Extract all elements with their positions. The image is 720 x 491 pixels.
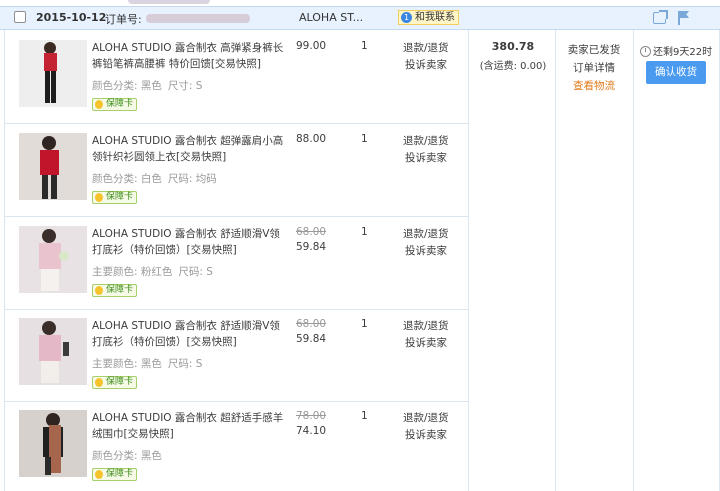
total-amount: 380.78: [491, 40, 535, 53]
guarantee-badge[interactable]: 保障卡: [92, 468, 138, 481]
complain-seller-link[interactable]: 投诉卖家: [405, 57, 447, 72]
original-price: 68.00: [296, 226, 327, 238]
quantity: 1: [361, 133, 368, 145]
unit-price: 99.00: [296, 40, 327, 52]
product-thumbnail[interactable]: [19, 318, 87, 385]
spec-size: 尺码: S: [178, 266, 213, 278]
order-number-redacted: [146, 14, 250, 23]
shipping-note: (含运费: 0.00): [479, 61, 547, 72]
spec-size: 尺码: 均码: [167, 173, 217, 185]
spec-color: 主要颜色: 黑色: [92, 358, 162, 370]
order-header: 2015-10-12 订单号: ALOHA ST... 1 和我联系: [0, 6, 720, 30]
quantity: 1: [361, 40, 368, 52]
column-divider: [468, 30, 469, 491]
share-icon[interactable]: [653, 10, 668, 24]
complain-seller-link[interactable]: 投诉卖家: [405, 335, 447, 350]
quantity: 1: [361, 410, 368, 422]
guarantee-badge[interactable]: 保障卡: [92, 376, 138, 389]
order-status: 卖家已发货 订单详情 查看物流: [556, 41, 632, 95]
order-number-label: 订单号:: [105, 13, 142, 26]
order-item-row: ALOHA STUDIO 露合制衣 舒适顺滑V领打底衫（特价回馈）[交易快照] …: [5, 310, 468, 402]
contact-seller-label: 和我联系: [415, 12, 455, 23]
countdown-text: 还剩9天22时: [653, 47, 713, 58]
view-logistics-link[interactable]: 查看物流: [556, 77, 632, 95]
original-price: 68.00: [296, 318, 327, 330]
product-title-link[interactable]: ALOHA STUDIO 露合制衣 高弹紧身裤长裤铅笔裤高腰裤 特价回馈[交易快…: [92, 40, 288, 72]
product-title-link[interactable]: ALOHA STUDIO 露合制衣 超弹露肩小高领针织衫圆领上衣[交易快照]: [92, 133, 288, 165]
column-divider: [633, 30, 634, 491]
clock-icon: [640, 46, 651, 57]
product-thumbnail[interactable]: [19, 226, 87, 293]
spec-size: 尺寸: S: [167, 80, 203, 92]
refund-return-link[interactable]: 退款/退货: [403, 40, 449, 55]
refund-return-link[interactable]: 退款/退货: [403, 226, 449, 241]
quantity: 1: [361, 318, 368, 330]
unit-price: 74.10: [296, 425, 327, 437]
refund-return-link[interactable]: 退款/退货: [403, 318, 449, 333]
refund-return-link[interactable]: 退款/退货: [403, 410, 449, 425]
product-thumbnail[interactable]: [19, 133, 87, 200]
product-thumbnail[interactable]: [19, 410, 87, 477]
spec-size: 尺码: S: [167, 358, 203, 370]
unit-price: 59.84: [296, 241, 327, 253]
product-title-link[interactable]: ALOHA STUDIO 露合制衣 舒适顺滑V领打底衫（特价回馈）[交易快照]: [92, 318, 288, 350]
spec-color: 颜色分类: 黑色: [92, 80, 162, 92]
guarantee-badge[interactable]: 保障卡: [92, 284, 138, 297]
column-divider: [555, 30, 556, 491]
guarantee-badge[interactable]: 保障卡: [92, 98, 138, 111]
order-date: 2015-10-12: [36, 11, 107, 24]
unit-price: 59.84: [296, 333, 327, 345]
complain-seller-link[interactable]: 投诉卖家: [405, 243, 447, 258]
product-spec: 颜色分类: 黑色 尺寸: S: [92, 78, 202, 93]
product-thumbnail[interactable]: [19, 40, 87, 107]
status-text: 卖家已发货: [567, 44, 621, 56]
original-price: 78.00: [296, 410, 327, 422]
contact-count-badge: 1: [401, 12, 412, 23]
guarantee-badge[interactable]: 保障卡: [92, 191, 138, 204]
spec-color: 颜色分类: 白色: [92, 173, 162, 185]
spec-color: 主要颜色: 粉红色: [92, 266, 173, 278]
spec-color: 颜色分类: 黑色: [92, 450, 162, 462]
confirm-receipt-button[interactable]: 确认收货: [646, 61, 706, 84]
quantity: 1: [361, 226, 368, 238]
redacted-text: [128, 0, 210, 4]
order-total: 380.78 (含运费: 0.00): [472, 40, 554, 72]
order-select-checkbox[interactable]: [14, 11, 26, 23]
product-spec: 颜色分类: 黑色: [92, 448, 162, 463]
contact-seller-button[interactable]: 1 和我联系: [398, 10, 459, 25]
order-detail-link[interactable]: 订单详情: [556, 59, 632, 77]
order-item-row: ALOHA STUDIO 露合制衣 超弹露肩小高领针织衫圆领上衣[交易快照] 颜…: [5, 125, 468, 217]
order-item-row: ALOHA STUDIO 露合制衣 舒适顺滑V领打底衫（特价回馈）[交易快照] …: [5, 218, 468, 310]
order-item-row: ALOHA STUDIO 露合制衣 高弹紧身裤长裤铅笔裤高腰裤 特价回馈[交易快…: [5, 32, 468, 124]
refund-return-link[interactable]: 退款/退货: [403, 133, 449, 148]
product-spec: 颜色分类: 白色 尺码: 均码: [92, 171, 217, 186]
complain-seller-link[interactable]: 投诉卖家: [405, 150, 447, 165]
order-item-row: ALOHA STUDIO 露合制衣 超舒适手感羊绒围巾[交易快照] 颜色分类: …: [5, 402, 468, 491]
complain-seller-link[interactable]: 投诉卖家: [405, 427, 447, 442]
shop-name-link[interactable]: ALOHA ST...: [299, 11, 363, 24]
product-title-link[interactable]: ALOHA STUDIO 露合制衣 超舒适手感羊绒围巾[交易快照]: [92, 410, 288, 442]
countdown: 还剩9天22时: [640, 43, 712, 58]
product-spec: 主要颜色: 黑色 尺码: S: [92, 356, 202, 371]
unit-price: 88.00: [296, 133, 327, 145]
flag-icon[interactable]: [678, 11, 690, 25]
product-title-link[interactable]: ALOHA STUDIO 露合制衣 舒适顺滑V领打底衫（特价回馈）[交易快照]: [92, 226, 288, 258]
product-spec: 主要颜色: 粉红色 尺码: S: [92, 264, 213, 279]
